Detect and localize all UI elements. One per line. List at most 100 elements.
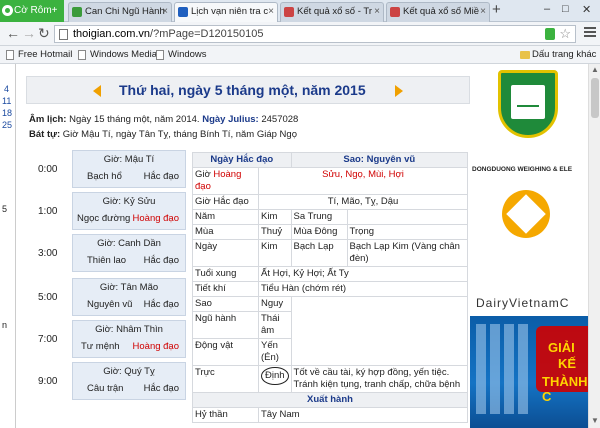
table-row: Sao Nguy — [192, 296, 469, 366]
folder-icon — [520, 51, 530, 59]
hour-name: Tư mệnh — [81, 341, 120, 352]
scroll-up-icon[interactable]: ▲ — [591, 65, 599, 74]
address-bar[interactable]: thoigian.com.vn/?mPage=D120150105 ☆ — [54, 25, 576, 43]
am-lich-label: Âm lịch: — [29, 114, 67, 125]
scroll-down-icon[interactable]: ▼ — [591, 416, 599, 425]
ad-dairy-text[interactable]: DairyVietnamC — [476, 296, 569, 310]
am-lich-row: Âm lịch: Ngày 15 tháng một, năm 2014. Ng… — [26, 113, 470, 127]
tab-label: Kết quả xổ số - Tr — [297, 6, 372, 17]
table-row: Ngày Kim Bạch Lạp Bạch Lạp Kim (Vàng châ… — [192, 239, 469, 267]
hour-label: 5:00 — [38, 292, 58, 303]
maximize-icon[interactable]: □ — [562, 3, 569, 15]
hour-status: Hắc đạo — [143, 255, 179, 266]
next-day-icon[interactable] — [395, 85, 403, 97]
row-value: Ất Hợi, Kỷ Hợi; Ất Ty — [258, 266, 468, 282]
tab-favicon-icon — [284, 7, 294, 17]
am-lich-value: Ngày 15 tháng một, năm 2014. — [69, 114, 200, 125]
scroll-thumb[interactable] — [591, 78, 599, 118]
hour-box: Giờ: Mậu Tí Bạch hổ Hắc đạo — [72, 150, 186, 188]
row-label: Hỷ thần — [192, 407, 259, 423]
calendar-day[interactable]: 25 — [2, 120, 12, 130]
xuat-hanh-header: Xuất hành — [192, 392, 468, 408]
bookmark-free-hotmail[interactable]: Free Hotmail — [6, 49, 72, 60]
hour-status: Hắc đạo — [143, 383, 179, 394]
table-row: Hỷ thần Tây Nam — [192, 407, 468, 423]
julius-value: 2457028 — [261, 114, 299, 125]
minimize-icon[interactable]: – — [544, 3, 550, 15]
table-row: Tuổi xung Ất Hợi, Kỷ Hợi; Ất Ty — [192, 266, 468, 282]
row-cell: Thuỷ — [258, 224, 292, 240]
ad-dongduong-text[interactable]: DONGDUONG WEIGHING & ELE — [472, 166, 572, 173]
hour-status: Hoàng đạo — [132, 213, 179, 224]
julius-label: Ngày Julius: — [202, 114, 259, 125]
browser-menu-button[interactable]: Cờ Rôm+ — [0, 0, 64, 22]
calendar-day[interactable]: 18 — [2, 108, 12, 118]
table-header-row: Ngày Hắc đạo Sao: Nguyên vũ — [192, 152, 469, 168]
hour-box: Giờ: Tân Mão Nguyên vũ Hắc đạo — [72, 278, 186, 316]
hour-label: 3:00 — [38, 248, 58, 259]
bat-tu-value: Giờ Mậu Tí, ngày Tân Tỵ, tháng Bính Tí, … — [62, 129, 297, 140]
row-label: Động vật — [192, 338, 259, 366]
hour-gio: Giờ: Canh Dần — [97, 238, 161, 249]
dairy-logo-icon[interactable] — [502, 190, 550, 238]
tab-close-icon[interactable]: × — [374, 3, 380, 21]
row-cell — [346, 209, 469, 225]
page-icon — [78, 50, 86, 60]
app-button-label: Cờ Rôm+ — [14, 5, 58, 16]
hour-status: Hoàng đạo — [132, 341, 179, 352]
row-label: Năm — [192, 209, 259, 225]
row-value: Tây Nam — [258, 407, 468, 423]
new-tab-icon[interactable]: + — [492, 1, 501, 18]
calendar-day[interactable]: 11 — [2, 96, 11, 106]
hour-name: Câu trận — [87, 383, 124, 394]
tab-favicon-icon — [72, 7, 82, 17]
bat-tu-label: Bát tự: — [29, 129, 61, 140]
hour-box: Giờ: Kỷ Sửu Ngọc đường Hoàng đạo — [72, 192, 186, 230]
row-value: Tiểu Hàn (chớm rét) — [258, 281, 468, 297]
bookmark-other-folder[interactable]: Dấu trang khác — [520, 49, 596, 60]
forward-icon[interactable]: → — [22, 25, 36, 41]
tab-ket-qua-2[interactable]: Kết quả xổ số Miề × — [386, 2, 490, 22]
bookmark-windows[interactable]: Windows — [156, 49, 207, 60]
previous-day-icon[interactable] — [93, 85, 101, 97]
left-calendar-strip: 4 11 18 25 5 n — [0, 64, 16, 428]
ad-column: DONGDUONG WEIGHING & ELE DairyVietnamC G… — [470, 64, 588, 428]
tab-ket-qua-1[interactable]: Kết quả xổ số - Tr × — [280, 2, 384, 22]
table-row: Giờ Hoàng đạo Sửu, Ngọ, Mùi, Hợi — [192, 167, 468, 195]
page-icon — [156, 50, 164, 60]
calendar-field[interactable]: 5 — [2, 204, 7, 214]
tab-label: Kết quả xổ số Miề — [403, 6, 480, 17]
hour-status: Hắc đạo — [143, 171, 179, 182]
ad-banner-server[interactable]: GIẢI KẾ THÀNH C — [470, 316, 588, 428]
hour-name: Nguyên vũ — [87, 299, 133, 310]
hour-name: Ngọc đường — [77, 213, 131, 224]
row-cell: Bạch Lạp — [290, 239, 348, 267]
hour-gio: Giờ: Mậu Tí — [103, 154, 155, 165]
row-cell: Sa Trung — [290, 209, 348, 225]
row-label: Sao — [192, 296, 259, 312]
tab-can-chi[interactable]: Can Chi Ngũ Hành × — [68, 2, 172, 22]
dongduong-logo-icon[interactable] — [498, 70, 558, 138]
tab-close-icon[interactable]: × — [162, 3, 168, 21]
back-icon[interactable]: ← — [6, 25, 20, 41]
row-cell: Nguy — [258, 296, 292, 312]
hour-box: Giờ: Canh Dần Thiên lao Hắc đạo — [72, 234, 186, 272]
menu-icon[interactable] — [584, 27, 596, 39]
extension-icon[interactable] — [545, 28, 555, 40]
close-window-icon[interactable]: ✕ — [582, 3, 591, 16]
bookmark-windows-media[interactable]: Windows Media — [78, 49, 157, 60]
reload-icon[interactable]: ↻ — [38, 25, 50, 42]
bookmark-star-icon[interactable]: ☆ — [559, 26, 571, 42]
ad-banner-text: GIẢI — [548, 340, 575, 355]
tab-close-icon[interactable]: × — [268, 3, 274, 21]
row-label: Tiết khí — [192, 281, 259, 297]
tab-lich-van-nien[interactable]: Lịch vạn niên tra c × — [174, 2, 278, 22]
row-label: Trực — [192, 365, 259, 393]
tab-close-icon[interactable]: × — [480, 3, 486, 21]
calendar-day[interactable]: 4 — [4, 84, 9, 94]
page-scrollbar[interactable]: ▲ ▼ — [588, 64, 600, 428]
row-label: Tuổi xung — [192, 266, 259, 282]
navigation-bar: ← → ↻ thoigian.com.vn/?mPage=D120150105 … — [0, 22, 600, 46]
page-icon — [6, 50, 14, 60]
table-row: Trực Định Tốt về cầu tài, ký hợp đồng, y… — [192, 365, 469, 393]
